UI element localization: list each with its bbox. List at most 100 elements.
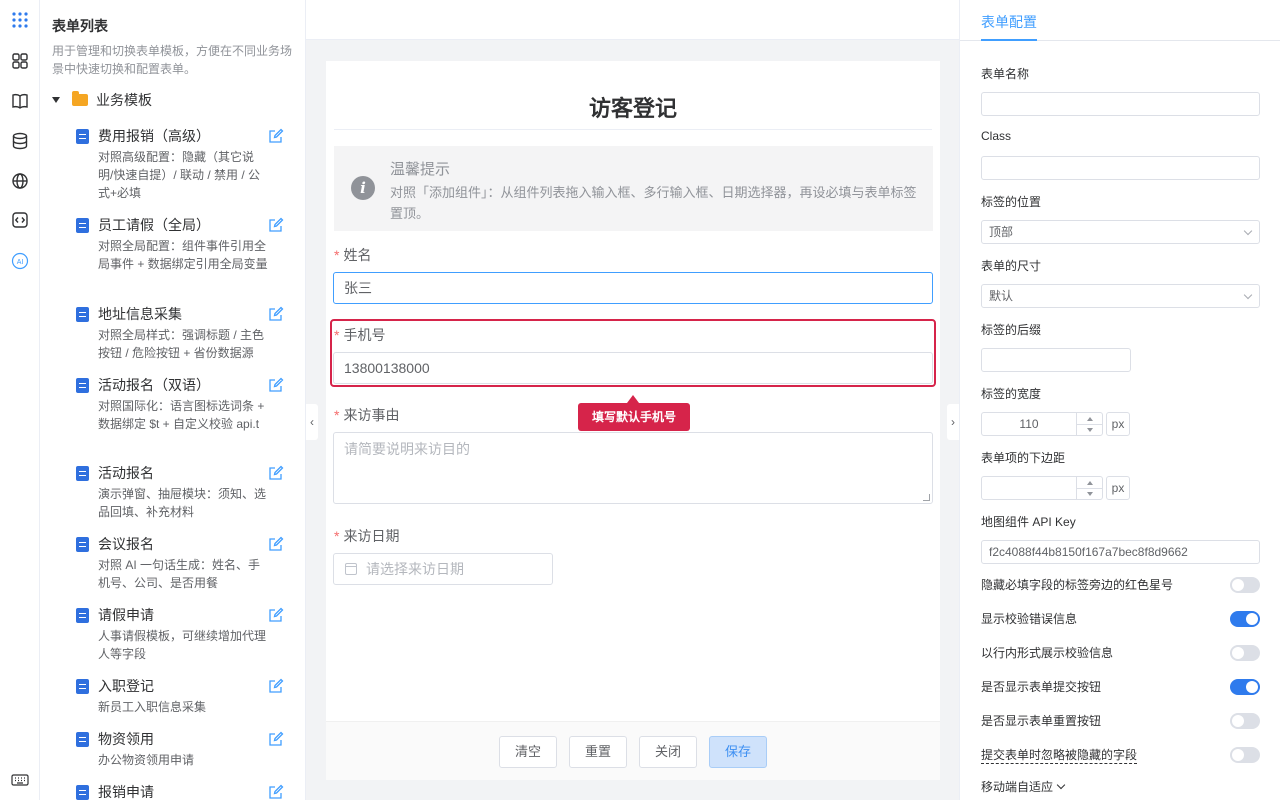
chevron-down-icon	[1243, 290, 1253, 300]
show-submit-button-toggle[interactable]	[1230, 679, 1260, 695]
label-position-select[interactable]: 顶部	[981, 220, 1260, 244]
increment-icon[interactable]	[1077, 413, 1102, 424]
show-reset-button-toggle[interactable]	[1230, 713, 1260, 729]
edit-icon[interactable]	[268, 607, 286, 625]
edit-icon[interactable]	[268, 128, 286, 146]
map-key-input[interactable]: f2c4088f44b8150f167a7bec8f8d9662	[981, 540, 1260, 564]
document-icon	[76, 784, 89, 800]
document-icon	[76, 731, 89, 747]
stepper-controls[interactable]	[1076, 413, 1102, 435]
list-item[interactable]: 地址信息采集 对照全局样式：强调标题 / 主色按钮 / 危险按钮 + 省份数据源	[76, 304, 286, 362]
tab-indicator	[981, 39, 1037, 41]
name-label: * 姓名	[334, 247, 372, 263]
mobile-adaptive-toggle[interactable]: 移动端自适应	[981, 778, 1066, 795]
globe-icon[interactable]	[8, 169, 32, 193]
form-size-label: 表单的尺寸	[981, 259, 1042, 273]
label-suffix-input[interactable]	[981, 348, 1131, 372]
label-width-stepper[interactable]: 110	[981, 412, 1103, 436]
list-item-desc: 对照全局配置：组件事件引用全局事件 + 数据绑定引用全局变量	[98, 239, 268, 271]
decrement-icon[interactable]	[1077, 488, 1102, 499]
form-size-select[interactable]: 默认	[981, 284, 1260, 308]
edit-icon[interactable]	[268, 784, 286, 800]
label-position-value: 顶部	[989, 225, 1014, 239]
apps-grid-icon[interactable]	[8, 8, 32, 32]
list-item-name: 员工请假（全局）	[98, 217, 210, 233]
tip-alert: i 温馨提示 对照「添加组件」：从组件列表拖入输入框、多行输入框、日期选择器，再…	[334, 146, 933, 231]
database-icon[interactable]	[8, 129, 32, 153]
decrement-icon[interactable]	[1077, 424, 1102, 435]
list-item-desc: 人事请假模板，可继续增加代理人等字段	[98, 629, 267, 661]
icon-rail: AI	[0, 0, 40, 800]
switch-row: 是否显示表单重置按钮	[981, 710, 1260, 730]
form-config-panel: 表单配置 表单名称 Class 标签的位置 顶部 表单的尺寸 默认 标签的后缀 …	[959, 0, 1280, 800]
collapse-left-button[interactable]: ‹	[306, 404, 318, 440]
document-icon	[76, 217, 89, 233]
item-margin-label: 表单项的下边距	[981, 451, 1066, 465]
save-button[interactable]: 保存	[709, 736, 767, 768]
book-icon[interactable]	[8, 89, 32, 113]
tab-form-config[interactable]: 表单配置	[981, 12, 1037, 32]
chevron-down-icon	[1243, 226, 1253, 236]
config-tabs: 表单配置	[960, 0, 1280, 41]
list-item-desc: 新员工入职信息采集	[98, 700, 207, 714]
inline-validation-toggle[interactable]	[1230, 645, 1260, 661]
reason-textarea[interactable]: 请简要说明来访目的	[333, 432, 933, 504]
document-icon	[76, 678, 89, 694]
label-position-label: 标签的位置	[981, 195, 1042, 209]
list-item[interactable]: 请假申请 人事请假模板，可继续增加代理人等字段	[76, 605, 286, 663]
clear-button[interactable]: 清空	[499, 736, 557, 768]
list-item[interactable]: 物资领用 办公物资领用申请	[76, 729, 286, 769]
reset-button[interactable]: 重置	[569, 736, 627, 768]
form-list-title: 表单列表	[52, 18, 108, 34]
date-picker[interactable]: 请选择来访日期	[333, 553, 553, 585]
switch-row: 显示校验错误信息	[981, 608, 1260, 628]
caret-down-icon[interactable]	[52, 97, 60, 103]
edit-icon[interactable]	[268, 536, 286, 554]
edit-icon[interactable]	[268, 217, 286, 235]
info-icon: i	[351, 176, 375, 200]
form-name-input[interactable]	[981, 92, 1260, 116]
switch-row: 以行内形式展示校验信息	[981, 642, 1260, 662]
guide-tooltip: 填写默认手机号	[578, 395, 690, 431]
list-item-desc: 办公物资领用申请	[98, 753, 195, 767]
close-button[interactable]: 关闭	[639, 736, 697, 768]
edit-icon[interactable]	[268, 678, 286, 696]
components-icon[interactable]	[8, 49, 32, 73]
reason-label: * 来访事由	[334, 407, 400, 423]
name-input[interactable]: 张三	[333, 272, 933, 304]
edit-icon[interactable]	[268, 731, 286, 749]
list-item[interactable]: 活动报名 演示弹窗、抽屉模块：须知、选品回填、补充材料	[76, 463, 286, 521]
hide-required-asterisk-toggle[interactable]	[1230, 577, 1260, 593]
list-item[interactable]: 费用报销（高级） 对照高级配置：隐藏（其它说明/快速自提）/ 联动 / 禁用 /…	[76, 126, 286, 202]
class-input[interactable]	[981, 156, 1260, 180]
list-item[interactable]: 活动报名（双语） 对照国际化：语言图标选词条 + 数据绑定 $t + 自定义校验…	[76, 375, 286, 433]
list-item-name: 入职登记	[98, 678, 154, 694]
keyboard-icon[interactable]	[8, 768, 32, 792]
phone-input[interactable]: 13800138000	[333, 352, 933, 384]
ai-icon-label: AI	[17, 259, 24, 266]
ignore-hidden-fields-toggle[interactable]	[1230, 747, 1260, 763]
ai-icon[interactable]: AI	[8, 249, 32, 273]
list-item[interactable]: 员工请假（全局） 对照全局配置：组件事件引用全局事件 + 数据绑定引用全局变量	[76, 215, 286, 273]
increment-icon[interactable]	[1077, 477, 1102, 488]
switch-label: 以行内形式展示校验信息	[981, 646, 1114, 660]
collapse-right-button[interactable]: ›	[947, 404, 959, 440]
date-placeholder: 请选择来访日期	[366, 561, 464, 577]
item-margin-stepper[interactable]	[981, 476, 1103, 500]
list-item[interactable]: 入职登记 新员工入职信息采集	[76, 676, 286, 716]
edit-icon[interactable]	[268, 377, 286, 395]
map-key-label: 地图组件 API Key	[981, 515, 1076, 529]
switch-row: 是否显示表单提交按钮	[981, 676, 1260, 696]
list-item[interactable]: 会议报名 对照 AI 一句话生成：姓名、手机号、公司、是否用餐	[76, 534, 286, 592]
folder-label: 业务模板	[96, 92, 152, 108]
switch-label: 显示校验错误信息	[981, 612, 1078, 626]
edit-icon[interactable]	[268, 306, 286, 324]
edit-icon[interactable]	[268, 465, 286, 483]
show-validation-message-toggle[interactable]	[1230, 611, 1260, 627]
date-label: * 来访日期	[334, 528, 400, 544]
folder-business-templates[interactable]: 业务模板	[52, 90, 152, 110]
stepper-controls[interactable]	[1076, 477, 1102, 499]
list-item[interactable]: 报销申请	[76, 782, 286, 800]
code-icon[interactable]	[8, 208, 32, 232]
switch-label: 是否显示表单重置按钮	[981, 714, 1102, 728]
